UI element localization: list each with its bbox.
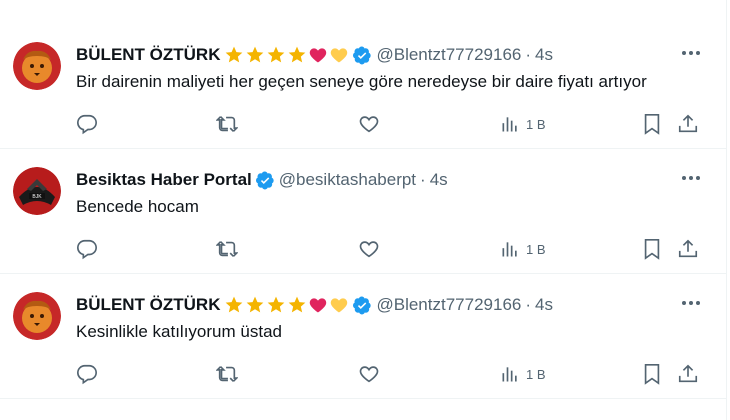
retweet-button[interactable] bbox=[216, 237, 238, 261]
bookmark-button[interactable] bbox=[642, 237, 662, 261]
reply-icon bbox=[77, 364, 97, 385]
avatar[interactable]: BJK bbox=[13, 167, 61, 215]
display-name[interactable]: BÜLENT ÖZTÜRK bbox=[76, 45, 220, 65]
display-name[interactable]: BÜLENT ÖZTÜRK bbox=[76, 295, 220, 315]
red-heart-icon bbox=[310, 298, 327, 313]
retweet-icon bbox=[216, 366, 238, 382]
retweet-icon bbox=[216, 116, 238, 132]
separator-dot: · bbox=[525, 45, 532, 64]
share-button[interactable] bbox=[677, 362, 699, 386]
retweet-icon bbox=[216, 241, 238, 257]
tweet-actions: 1 B bbox=[76, 237, 706, 261]
reply-button[interactable] bbox=[76, 237, 98, 261]
name-emoji-badges bbox=[224, 45, 349, 65]
user-handle[interactable]: @Blentzt77729166 bbox=[376, 295, 521, 315]
like-button[interactable] bbox=[358, 112, 380, 136]
share-button[interactable] bbox=[677, 237, 699, 261]
heart-icon bbox=[359, 366, 379, 383]
views-chart-icon bbox=[502, 367, 517, 382]
more-dots-icon bbox=[682, 176, 700, 180]
reply-button[interactable] bbox=[76, 112, 98, 136]
bookmark-icon bbox=[644, 239, 660, 260]
avatar[interactable] bbox=[13, 292, 61, 340]
views-button[interactable]: 1 B bbox=[500, 237, 546, 261]
yellow-heart-icon bbox=[331, 48, 348, 63]
tweet-header: Besiktas Haber Portal @besiktashaberpt ·… bbox=[76, 169, 716, 191]
user-handle[interactable]: @Blentzt77729166 bbox=[376, 45, 521, 65]
heart-icon bbox=[359, 116, 379, 133]
timestamp[interactable]: 4s bbox=[535, 45, 553, 65]
star-icon bbox=[247, 296, 264, 313]
separator-dot: · bbox=[420, 170, 426, 189]
red-heart-icon bbox=[310, 48, 327, 63]
views-button[interactable]: 1 B bbox=[500, 112, 546, 136]
like-button[interactable] bbox=[358, 362, 380, 386]
heart-icon bbox=[359, 241, 379, 258]
timestamp[interactable]: 4s bbox=[535, 295, 553, 315]
star-icon bbox=[226, 46, 243, 63]
more-options-button[interactable] bbox=[680, 295, 702, 311]
tweet-actions: 1 B bbox=[76, 112, 706, 136]
timestamp[interactable]: 4s bbox=[430, 170, 448, 190]
more-options-button[interactable] bbox=[680, 170, 702, 186]
views-chart-icon bbox=[502, 117, 517, 132]
star-icon bbox=[226, 296, 243, 313]
name-emoji-badges bbox=[224, 295, 349, 315]
avatar[interactable] bbox=[13, 42, 61, 90]
verified-badge-icon[interactable] bbox=[255, 171, 275, 190]
tweet[interactable]: BJK Besiktas Haber Portal @besiktashaber… bbox=[0, 153, 726, 274]
like-button[interactable] bbox=[358, 237, 380, 261]
bookmark-button[interactable] bbox=[642, 112, 662, 136]
bookmark-button[interactable] bbox=[642, 362, 662, 386]
tweet-actions: 1 B bbox=[76, 362, 706, 386]
separator-dot: · bbox=[525, 295, 532, 314]
views-count: 1 B bbox=[526, 116, 546, 132]
reply-button[interactable] bbox=[76, 362, 98, 386]
tweet-header: BÜLENT ÖZTÜRK @Blentzt77729166 · 4s bbox=[76, 294, 716, 316]
tweet-text: Kesinlikle katılıyorum üstad bbox=[76, 322, 282, 341]
share-button[interactable] bbox=[677, 112, 699, 136]
more-options-button[interactable] bbox=[680, 45, 702, 61]
verified-badge-icon[interactable] bbox=[353, 46, 372, 65]
views-button[interactable]: 1 B bbox=[500, 362, 546, 386]
share-icon bbox=[678, 364, 698, 383]
user-handle[interactable]: @besiktashaberpt bbox=[279, 170, 416, 190]
share-icon bbox=[678, 239, 698, 258]
more-dots-icon bbox=[682, 301, 700, 305]
tweet[interactable]: BÜLENT ÖZTÜRK @Blentzt77729166 · 4s Kesi… bbox=[0, 278, 726, 399]
bookmark-icon bbox=[644, 114, 660, 135]
yellow-heart-icon bbox=[331, 298, 348, 313]
bookmark-icon bbox=[644, 364, 660, 385]
views-count: 1 B bbox=[526, 366, 546, 382]
tweet[interactable]: BÜLENT ÖZTÜRK @Blentzt77729166 · 4s Bir … bbox=[0, 28, 726, 149]
tweet-header: BÜLENT ÖZTÜRK @Blentzt77729166 · 4s bbox=[76, 44, 716, 66]
star-icon bbox=[247, 46, 264, 63]
tweet-feed: BÜLENT ÖZTÜRK @Blentzt77729166 · 4s Bir … bbox=[0, 0, 727, 420]
tweet-text: Bir dairenin maliyeti her geçen seneye g… bbox=[76, 72, 647, 91]
views-count: 1 B bbox=[526, 241, 546, 257]
views-chart-icon bbox=[502, 242, 517, 257]
tweet-text: Bencede hocam bbox=[76, 197, 199, 216]
more-dots-icon bbox=[682, 51, 700, 55]
retweet-button[interactable] bbox=[216, 362, 238, 386]
verified-badge-icon[interactable] bbox=[353, 296, 372, 315]
display-name[interactable]: Besiktas Haber Portal bbox=[76, 170, 252, 190]
share-icon bbox=[678, 114, 698, 133]
reply-icon bbox=[77, 239, 97, 260]
star-icon bbox=[268, 296, 285, 313]
star-icon bbox=[289, 296, 306, 313]
svg-text:BJK: BJK bbox=[32, 194, 42, 200]
star-icon bbox=[268, 46, 285, 63]
reply-icon bbox=[77, 114, 97, 135]
retweet-button[interactable] bbox=[216, 112, 238, 136]
star-icon bbox=[289, 46, 306, 63]
